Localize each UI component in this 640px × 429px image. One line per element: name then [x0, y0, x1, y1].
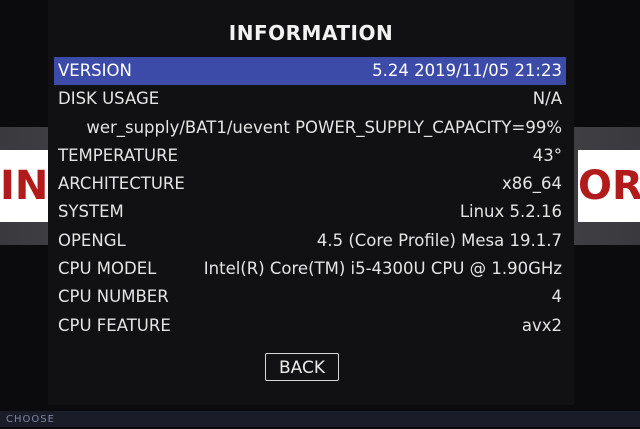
info-row-opengl[interactable]: OPENGL 4.5 (Core Profile) Mesa 19.1.7 — [54, 227, 566, 255]
info-value: 5.24 2019/11/05 21:23 — [372, 61, 562, 80]
info-label: ARCHITECTURE — [58, 174, 185, 194]
info-value: Linux 5.2.16 — [459, 202, 562, 222]
bottom-hint-bar: CHOOSE — [0, 411, 640, 427]
info-row-version[interactable]: VERSION 5.24 2019/11/05 21:23 — [54, 57, 566, 86]
info-label: VERSION — [58, 61, 132, 80]
info-row-system[interactable]: SYSTEM Linux 5.2.16 — [54, 198, 566, 226]
info-row-temperature[interactable]: TEMPERATURE 43° — [54, 142, 566, 170]
info-row-disk-usage[interactable]: DISK USAGE N/A — [54, 85, 566, 113]
info-value: x86_64 — [501, 174, 562, 194]
info-label: OPENGL — [58, 230, 126, 250]
info-value: Intel(R) Core(TM) i5-4300U CPU @ 1.90GHz — [203, 259, 562, 279]
info-value: N/A — [532, 89, 562, 109]
info-label: CPU NUMBER — [58, 287, 169, 307]
info-row-architecture[interactable]: ARCHITECTURE x86_64 — [54, 170, 566, 198]
info-label: SYSTEM — [58, 202, 124, 222]
info-list: VERSION 5.24 2019/11/05 21:23 DISK USAGE… — [54, 57, 566, 340]
info-label: CPU MODEL — [58, 259, 157, 279]
dialog-title: INFORMATION — [228, 21, 394, 45]
info-row-power-supply[interactable]: wer_supply/BAT1/uevent POWER_SUPPLY_CAPA… — [54, 114, 566, 142]
info-label: TEMPERATURE — [58, 145, 178, 165]
info-row-cpu-model[interactable]: CPU MODEL Intel(R) Core(TM) i5-4300U CPU… — [54, 255, 566, 283]
info-value: avx2 — [521, 315, 562, 335]
info-label: CPU FEATURE — [58, 315, 171, 335]
info-label: DISK USAGE — [58, 89, 160, 109]
info-value: 4.5 (Core Profile) Mesa 19.1.7 — [316, 230, 562, 250]
info-row-cpu-number[interactable]: CPU NUMBER 4 — [54, 283, 566, 311]
back-button[interactable]: BACK — [265, 353, 339, 381]
info-row-cpu-feature[interactable]: CPU FEATURE avx2 — [54, 312, 566, 340]
bottom-hint-text: CHOOSE — [6, 414, 55, 425]
info-value: 43° — [532, 145, 562, 165]
info-value: wer_supply/BAT1/uevent POWER_SUPPLY_CAPA… — [86, 117, 562, 137]
info-value: 4 — [551, 287, 563, 307]
background-logo-right: ORI — [578, 150, 640, 222]
